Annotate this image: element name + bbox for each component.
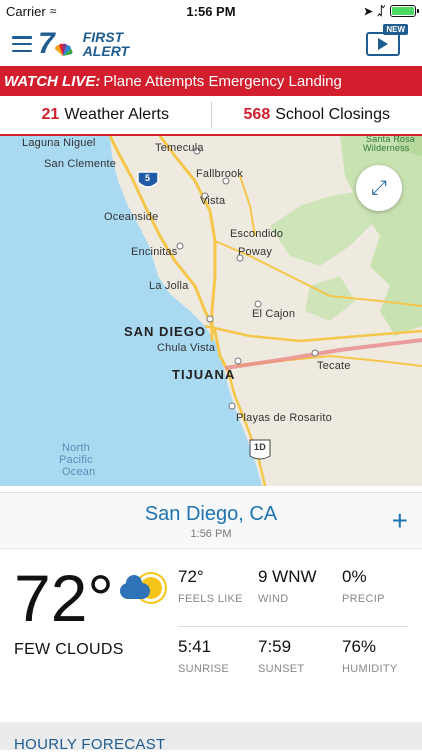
new-badge: NEW xyxy=(383,24,408,35)
first-alert-wordmark: FIRST ALERT xyxy=(83,30,129,58)
map-label-laguna-niguel: Laguna Niguel xyxy=(22,137,96,149)
school-closings-link[interactable]: 568 School Closings xyxy=(212,106,422,124)
precip-item: 0% PRECIP xyxy=(342,565,408,627)
map-label-playas-de-rosarito: Playas de Rosarito xyxy=(236,412,332,424)
precip-value: 0% xyxy=(342,567,408,587)
map-label-north: North xyxy=(62,442,90,454)
humidity-label: HUMIDITY xyxy=(342,663,422,675)
map-label-i5: 5 xyxy=(145,173,150,183)
map-label-1d: 1D xyxy=(254,442,266,452)
map-label-ocean: Ocean xyxy=(62,466,95,478)
live-video-button[interactable]: NEW xyxy=(366,32,400,56)
app-header: 7 FIRST ALERT NEW xyxy=(0,22,422,66)
wind-value: 9 WNW xyxy=(258,567,342,587)
map-label-poway: Poway xyxy=(238,246,272,258)
weather-alerts-link[interactable]: 21 Weather Alerts xyxy=(0,106,211,124)
map-label-san-clemente: San Clemente xyxy=(44,158,116,170)
location-header[interactable]: San Diego, CA 1:56 PM + xyxy=(0,493,422,549)
few-clouds-icon xyxy=(120,573,164,605)
sunrise-item: 5:41 SUNRISE xyxy=(178,627,258,689)
carrier-label: Carrier xyxy=(6,4,46,19)
watch-live-headline: Plane Attempts Emergency Landing xyxy=(103,73,341,90)
play-icon xyxy=(378,38,388,50)
weather-alerts-count: 21 xyxy=(42,106,60,124)
watch-live-banner[interactable]: WATCH LIVE: Plane Attempts Emergency Lan… xyxy=(0,66,422,96)
sunset-label: SUNSET xyxy=(258,663,342,675)
sunset-item: 7:59 SUNSET xyxy=(258,627,342,689)
humidity-item: 76% HUMIDITY xyxy=(342,627,422,689)
map-label-tecate: Tecate xyxy=(317,360,351,372)
brand-line1: FIRST xyxy=(83,30,129,44)
feels-like-value: 72° xyxy=(178,567,258,587)
map-label-san-diego: SAN DIEGO xyxy=(124,324,206,339)
map-label-pacific: Pacific xyxy=(59,454,93,466)
current-temp: 72° xyxy=(14,565,114,631)
map-label-encinitas: Encinitas xyxy=(131,246,177,258)
hourly-forecast-section[interactable]: HOURLY FORECAST xyxy=(0,722,422,750)
current-conditions-panel: San Diego, CA 1:56 PM + 72° FEW CLOUDS 7… xyxy=(0,492,422,750)
expand-icon: ⤢ xyxy=(371,177,387,200)
humidity-value: 76% xyxy=(342,637,422,657)
peacock-icon xyxy=(53,43,73,57)
watch-live-tag: WATCH LIVE: xyxy=(4,73,100,90)
carrier-group: Carrier ≈ xyxy=(6,4,56,19)
temp-block: 72° FEW CLOUDS xyxy=(14,565,164,711)
map-label-chula-vista: Chula Vista xyxy=(157,342,215,354)
status-bar: Carrier ≈ 1:56 PM ➤ ᛢ xyxy=(0,0,422,22)
bluetooth-icon: ᛢ xyxy=(378,4,385,18)
school-closings-count: 568 xyxy=(244,106,271,124)
sunset-value: 7:59 xyxy=(258,637,342,657)
map-label-fallbrook: Fallbrook xyxy=(196,168,243,180)
hourly-forecast-title: HOURLY FORECAST xyxy=(14,736,165,753)
feels-like-label: FEELS LIKE xyxy=(178,593,258,605)
map-label-vista: Vista xyxy=(200,195,225,207)
weather-details-grid: 72° FEELS LIKE 9 WNW WIND 0% PRECIP 5:41… xyxy=(178,565,422,711)
sunrise-label: SUNRISE xyxy=(178,663,258,675)
sunrise-value: 5:41 xyxy=(178,637,258,657)
map-label-temecula: Temecula xyxy=(155,142,204,154)
clock: 1:56 PM xyxy=(0,4,422,19)
wifi-icon: ≈ xyxy=(50,4,57,18)
feels-like-item: 72° FEELS LIKE xyxy=(178,565,258,627)
status-right: ➤ ᛢ xyxy=(364,4,416,18)
battery-icon xyxy=(390,5,416,17)
map-label-oceanside: Oceanside xyxy=(104,211,158,223)
map-label-tijuana: TIJUANA xyxy=(172,367,235,382)
brand-group: 7 FIRST ALERT xyxy=(12,29,129,59)
map-label-el-cajon: El Cajon xyxy=(252,308,295,320)
school-closings-label: School Closings xyxy=(275,106,390,124)
location-time: 1:56 PM xyxy=(0,528,422,540)
alerts-closings-bar: 21 Weather Alerts 568 School Closings xyxy=(0,96,422,136)
wind-item: 9 WNW WIND xyxy=(258,565,342,627)
current-weather: 72° FEW CLOUDS 72° FEELS LIKE 9 WNW WIND… xyxy=(0,549,422,711)
brand-line2: ALERT xyxy=(83,44,129,58)
map-label-escondido: Escondido xyxy=(230,228,283,240)
expand-map-button[interactable]: ⤢ xyxy=(356,165,402,211)
map-label-la-jolla: La Jolla xyxy=(149,280,189,292)
location-city: San Diego, CA xyxy=(0,503,422,526)
wind-label: WIND xyxy=(258,593,342,605)
map-label-wilderness: Wilderness xyxy=(363,143,410,153)
menu-icon[interactable] xyxy=(12,36,32,52)
precip-label: PRECIP xyxy=(342,593,408,605)
current-condition: FEW CLOUDS xyxy=(14,641,164,659)
weather-alerts-label: Weather Alerts xyxy=(64,106,169,124)
location-arrow-icon: ➤ xyxy=(364,5,373,18)
add-location-button[interactable]: + xyxy=(392,507,408,535)
weather-map[interactable]: Laguna Niguel Temecula San Clemente Fall… xyxy=(0,136,422,486)
